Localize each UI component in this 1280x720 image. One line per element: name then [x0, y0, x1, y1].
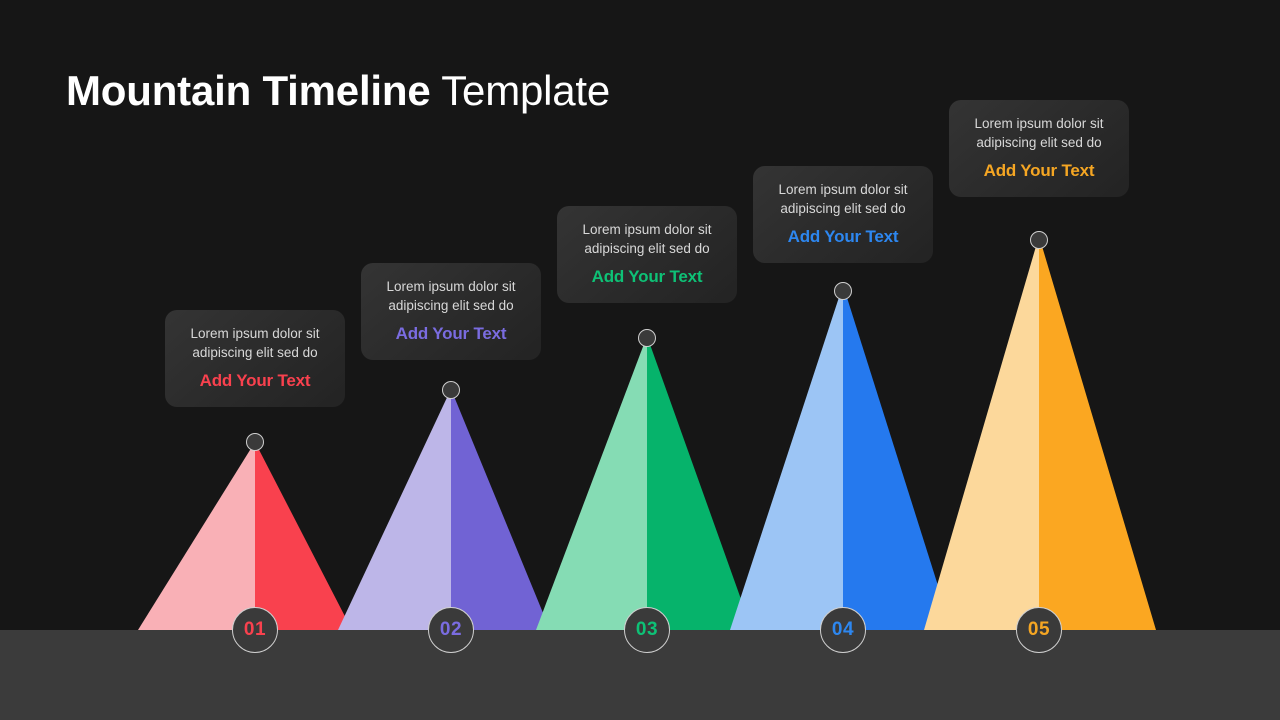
step-card-05[interactable]: Lorem ipsum dolor sit adipiscing elit se… — [949, 100, 1129, 197]
step-badge-05[interactable]: 05 — [1016, 607, 1062, 653]
step-card-02-body-line2: adipiscing elit sed do — [388, 298, 514, 313]
peak-marker-02[interactable] — [442, 381, 460, 399]
peak-marker-04[interactable] — [834, 282, 852, 300]
step-card-04-body-line1: Lorem ipsum dolor sit — [778, 182, 908, 197]
step-card-02-cta[interactable]: Add Your Text — [373, 324, 529, 344]
step-card-03[interactable]: Lorem ipsum dolor sit adipiscing elit se… — [557, 206, 737, 303]
mountain-04-left-face — [730, 285, 843, 630]
mountain-05-shape — [924, 236, 1156, 630]
slide-canvas: Mountain Timeline Template 01 02 03 04 0… — [0, 0, 1280, 720]
step-card-05-body-line1: Lorem ipsum dolor sit — [974, 116, 1104, 131]
step-card-03-cta[interactable]: Add Your Text — [569, 267, 725, 287]
step-card-05-cta[interactable]: Add Your Text — [961, 161, 1117, 181]
mountain-01[interactable] — [138, 442, 352, 630]
step-card-02[interactable]: Lorem ipsum dolor sit adipiscing elit se… — [361, 263, 541, 360]
step-card-03-body: Lorem ipsum dolor sit adipiscing elit se… — [569, 220, 725, 258]
mountain-05-right-face — [1039, 236, 1156, 630]
step-card-01-cta[interactable]: Add Your Text — [177, 371, 333, 391]
mountain-01-left-face — [138, 442, 255, 630]
step-card-01-body-line2: adipiscing elit sed do — [192, 345, 318, 360]
mountain-05-left-face — [924, 236, 1039, 630]
step-badge-03-label: 03 — [635, 619, 659, 640]
mountain-04-shape — [730, 285, 952, 630]
step-badge-01-label: 01 — [243, 619, 267, 640]
mountain-02-left-face — [338, 389, 451, 630]
mountain-03-left-face — [536, 336, 647, 630]
peak-marker-05[interactable] — [1030, 231, 1048, 249]
peak-marker-03[interactable] — [638, 329, 656, 347]
mountain-03-shape — [536, 336, 752, 630]
step-card-04-body-line2: adipiscing elit sed do — [780, 201, 906, 216]
page-title: Mountain Timeline Template — [66, 64, 610, 118]
mountain-03[interactable] — [536, 336, 752, 630]
step-badge-05-label: 05 — [1027, 619, 1051, 640]
step-badge-02-label: 02 — [439, 619, 463, 640]
step-card-03-body-line1: Lorem ipsum dolor sit — [582, 222, 712, 237]
step-badge-01[interactable]: 01 — [232, 607, 278, 653]
step-card-02-body-line1: Lorem ipsum dolor sit — [386, 279, 516, 294]
step-card-03-body-line2: adipiscing elit sed do — [584, 241, 710, 256]
step-card-05-body-line2: adipiscing elit sed do — [976, 135, 1102, 150]
step-badge-04-label: 04 — [831, 619, 855, 640]
page-title-light: Template — [441, 67, 611, 114]
step-card-04[interactable]: Lorem ipsum dolor sit adipiscing elit se… — [753, 166, 933, 263]
step-card-05-body: Lorem ipsum dolor sit adipiscing elit se… — [961, 114, 1117, 152]
step-badge-03[interactable]: 03 — [624, 607, 670, 653]
mountain-02[interactable] — [338, 389, 550, 630]
page-title-strong: Mountain Timeline — [66, 67, 431, 114]
peak-marker-01[interactable] — [246, 433, 264, 451]
mountain-04[interactable] — [730, 285, 952, 630]
mountain-01-shape — [138, 442, 352, 630]
mountain-05[interactable] — [924, 236, 1156, 630]
step-card-01[interactable]: Lorem ipsum dolor sit adipiscing elit se… — [165, 310, 345, 407]
step-badge-04[interactable]: 04 — [820, 607, 866, 653]
mountain-02-shape — [338, 389, 550, 630]
step-card-02-body: Lorem ipsum dolor sit adipiscing elit se… — [373, 277, 529, 315]
step-card-01-body: Lorem ipsum dolor sit adipiscing elit se… — [177, 324, 333, 362]
step-card-04-body: Lorem ipsum dolor sit adipiscing elit se… — [765, 180, 921, 218]
step-card-04-cta[interactable]: Add Your Text — [765, 227, 921, 247]
step-card-01-body-line1: Lorem ipsum dolor sit — [190, 326, 320, 341]
step-badge-02[interactable]: 02 — [428, 607, 474, 653]
